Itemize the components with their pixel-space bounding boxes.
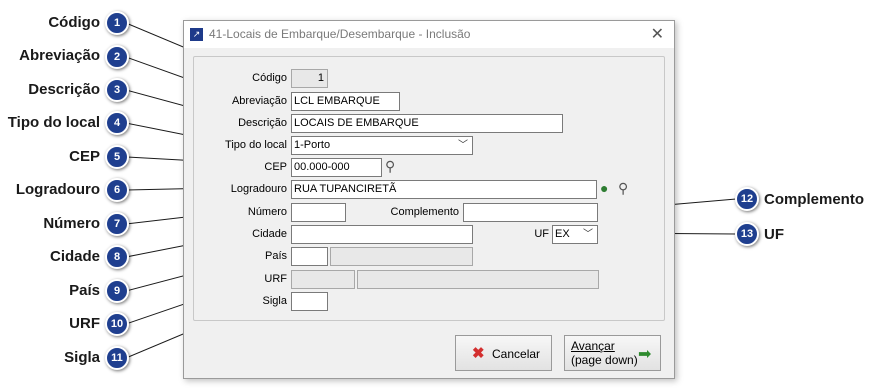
chevron-down-icon[interactable]: ﹀: [458, 137, 468, 154]
sigla-field[interactable]: [291, 292, 328, 311]
complemento-label: Complemento: [390, 206, 459, 218]
callout-label-uf: UF: [764, 226, 784, 243]
uf-select[interactable]: EX ﹀: [552, 225, 598, 244]
chevron-down-icon[interactable]: ﹀: [583, 226, 593, 243]
title-bar: ↗ 41-Locais de Embarque/Desembarque - In…: [184, 21, 674, 48]
urf-name-field: [357, 270, 599, 289]
callout-label-abreviacao: Abreviação: [19, 47, 100, 64]
red-x-icon: ✖: [472, 345, 485, 362]
cancel-button[interactable]: ✖ Cancelar: [455, 335, 552, 371]
callout-label-logradouro: Logradouro: [15, 181, 100, 198]
callout-label-tipo-local: Tipo do local: [7, 114, 100, 131]
callout-badge-8: 8: [105, 245, 129, 269]
close-icon[interactable]: ✕: [651, 24, 664, 44]
next-button[interactable]: Avançar (page down) ➡: [564, 335, 661, 371]
tipo-local-label: Tipo do local: [225, 139, 287, 151]
uf-label: UF: [534, 228, 549, 240]
callout-label-pais: País: [69, 282, 100, 299]
dialog-window: ↗ 41-Locais de Embarque/Desembarque - In…: [183, 20, 675, 379]
callout-label-urf: URF: [69, 315, 100, 332]
next-button-hint: (page down): [571, 353, 638, 367]
callout-badge-12: 12: [735, 187, 759, 211]
descricao-label: Descrição: [238, 117, 287, 129]
callout-badge-10: 10: [105, 312, 129, 336]
app-icon: ↗: [190, 28, 203, 41]
globe-icon[interactable]: ●: [600, 180, 608, 196]
callout-badge-4: 4: [105, 111, 129, 135]
cidade-field[interactable]: [291, 225, 473, 244]
callout-label-numero: Número: [43, 215, 100, 232]
green-arrow-right-icon: ➡: [638, 346, 652, 363]
complemento-field[interactable]: [463, 203, 598, 222]
urf-code-field[interactable]: [291, 270, 355, 289]
tipo-local-select[interactable]: 1-Porto ﹀: [291, 136, 473, 155]
pais-code-field[interactable]: [291, 247, 328, 266]
callout-label-complemento: Complemento: [764, 191, 865, 208]
next-button-label: Avançar: [571, 339, 615, 353]
callout-badge-3: 3: [105, 78, 129, 102]
window-title: 41-Locais de Embarque/Desembarque - Incl…: [209, 27, 471, 41]
cep-label: CEP: [264, 161, 287, 173]
logradouro-field[interactable]: RUA TUPANCIRETÃ: [291, 180, 597, 199]
callout-badge-1: 1: [105, 11, 129, 35]
abreviacao-field[interactable]: LCL EMBARQUE: [291, 92, 400, 111]
abreviacao-label: Abreviação: [231, 95, 287, 107]
logradouro-label: Logradouro: [230, 183, 287, 195]
callout-badge-7: 7: [105, 212, 129, 236]
callout-label-cep: CEP: [69, 148, 100, 165]
codigo-field[interactable]: 1: [291, 69, 328, 88]
callout-badge-11: 11: [105, 346, 129, 370]
callout-label-cidade: Cidade: [49, 248, 100, 265]
cancel-button-label: Cancelar: [492, 347, 541, 361]
sigla-label: Sigla: [262, 295, 287, 307]
pais-name-field: [330, 247, 473, 266]
tipo-local-value: 1-Porto: [294, 139, 331, 151]
urf-label: URF: [264, 273, 287, 285]
callout-label-descricao: Descrição: [28, 81, 100, 98]
uf-value: EX: [555, 228, 570, 240]
callout-badge-2: 2: [105, 45, 129, 69]
pais-label: País: [264, 250, 287, 262]
callout-badge-5: 5: [105, 145, 129, 169]
callout-badge-6: 6: [105, 178, 129, 202]
binoculars-icon[interactable]: ⚲: [618, 180, 628, 197]
numero-label: Número: [247, 206, 287, 218]
numero-field[interactable]: [291, 203, 346, 222]
callout-badge-13: 13: [735, 222, 759, 246]
callout-label-sigla: Sigla: [64, 349, 100, 366]
cidade-label: Cidade: [252, 228, 287, 240]
descricao-field[interactable]: LOCAIS DE EMBARQUE: [291, 114, 563, 133]
callout-label-codigo: Código: [48, 14, 100, 31]
callout-badge-9: 9: [105, 279, 129, 303]
binoculars-icon[interactable]: ⚲: [385, 158, 395, 175]
codigo-label: Código: [252, 72, 287, 84]
cep-field[interactable]: 00.000-000: [291, 158, 382, 177]
